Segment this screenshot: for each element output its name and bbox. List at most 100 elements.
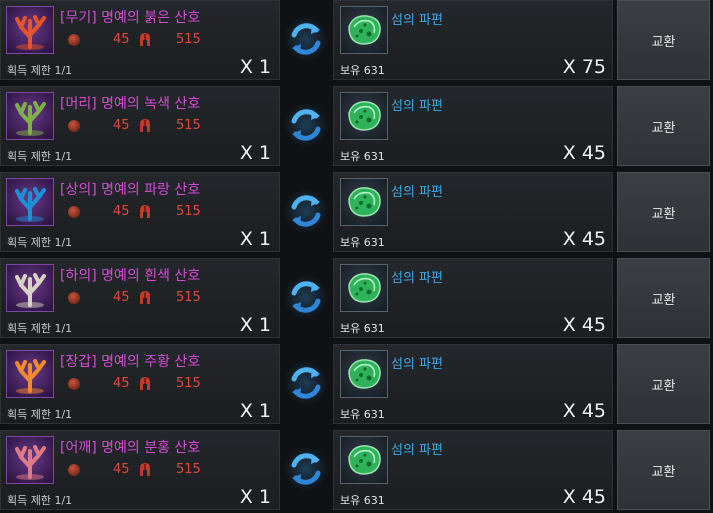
cost-amount-coin: 45 <box>113 204 130 219</box>
cost-amount-coin: 45 <box>113 290 130 305</box>
cost-amount-coin: 45 <box>113 118 130 133</box>
reward-item-panel[interactable]: 섬의 파편 보유 631 X 45 <box>333 344 613 424</box>
helmet-currency-icon <box>140 291 150 304</box>
item-name: [장갑] 명예의 주황 산호 <box>60 354 201 370</box>
cost-amount-helm: 515 <box>176 32 201 47</box>
item-name: [머리] 명예의 녹색 산호 <box>60 96 201 112</box>
acquire-limit: 획득 제한 1/1 <box>7 322 73 335</box>
cost-item-panel[interactable]: [상의] 명예의 파랑 산호 45 515 획득 제한 1/1 X 1 <box>0 172 280 252</box>
reward-name: 섬의 파편 <box>391 99 443 114</box>
item-quantity: X 1 <box>239 142 271 164</box>
coin-currency-icon <box>68 34 80 46</box>
reward-quantity: X 45 <box>562 486 606 508</box>
coral-item-icon <box>6 436 54 484</box>
reward-name: 섬의 파편 <box>391 357 443 372</box>
exchange-arrows-icon <box>283 274 329 320</box>
item-name: [어깨] 명예의 분홍 산호 <box>60 440 201 456</box>
owned-count: 보유 631 <box>340 408 385 421</box>
exchange-row: [머리] 명예의 녹색 산호 45 515 획득 제한 1/1 X 1 섬의 파… <box>0 86 713 166</box>
exchange-button[interactable]: 교환 <box>617 172 710 252</box>
exchange-row: [어깨] 명예의 분홍 산호 45 515 획득 제한 1/1 X 1 섬의 파… <box>0 430 713 510</box>
reward-item-panel[interactable]: 섬의 파편 보유 631 X 75 <box>333 0 613 80</box>
item-quantity: X 1 <box>239 486 271 508</box>
coin-currency-icon <box>68 464 80 476</box>
reward-item-panel[interactable]: 섬의 파편 보유 631 X 45 <box>333 172 613 252</box>
coral-item-icon <box>6 92 54 140</box>
island-shard-icon <box>340 178 388 226</box>
cost-amount-helm: 515 <box>176 376 201 391</box>
exchange-button[interactable]: 교환 <box>617 86 710 166</box>
exchange-button[interactable]: 교환 <box>617 430 710 510</box>
coin-currency-icon <box>68 206 80 218</box>
acquire-limit: 획득 제한 1/1 <box>7 494 73 507</box>
helmet-currency-icon <box>140 377 150 390</box>
owned-count: 보유 631 <box>340 150 385 163</box>
acquire-limit: 획득 제한 1/1 <box>7 150 73 163</box>
exchange-arrows-icon <box>283 102 329 148</box>
reward-item-panel[interactable]: 섬의 파편 보유 631 X 45 <box>333 86 613 166</box>
island-shard-icon <box>340 6 388 54</box>
reward-quantity: X 45 <box>562 314 606 336</box>
item-quantity: X 1 <box>239 314 271 336</box>
reward-quantity: X 45 <box>562 228 606 250</box>
helmet-currency-icon <box>140 119 150 132</box>
cost-amount-helm: 515 <box>176 462 201 477</box>
reward-name: 섬의 파편 <box>391 185 443 200</box>
coin-currency-icon <box>68 292 80 304</box>
item-name: [무기] 명예의 붉은 산호 <box>60 10 201 26</box>
exchange-list: [무기] 명예의 붉은 산호 45 515 획득 제한 1/1 X 1 섬의 파… <box>0 0 713 513</box>
exchange-arrows-icon <box>283 16 329 62</box>
item-quantity: X 1 <box>239 56 271 78</box>
owned-count: 보유 631 <box>340 236 385 249</box>
cost-amount-helm: 515 <box>176 204 201 219</box>
exchange-button[interactable]: 교환 <box>617 0 710 80</box>
coral-item-icon <box>6 6 54 54</box>
item-name: [상의] 명예의 파랑 산호 <box>60 182 201 198</box>
cost-amount-coin: 45 <box>113 32 130 47</box>
coin-currency-icon <box>68 120 80 132</box>
reward-quantity: X 45 <box>562 142 606 164</box>
cost-amount-helm: 515 <box>176 290 201 305</box>
cost-item-panel[interactable]: [장갑] 명예의 주황 산호 45 515 획득 제한 1/1 X 1 <box>0 344 280 424</box>
island-shard-icon <box>340 436 388 484</box>
exchange-arrows-icon <box>283 446 329 492</box>
reward-quantity: X 45 <box>562 400 606 422</box>
reward-name: 섬의 파편 <box>391 443 443 458</box>
item-quantity: X 1 <box>239 400 271 422</box>
exchange-arrows-icon <box>283 188 329 234</box>
cost-amount-coin: 45 <box>113 376 130 391</box>
reward-item-panel[interactable]: 섬의 파편 보유 631 X 45 <box>333 430 613 510</box>
exchange-arrows-icon <box>283 360 329 406</box>
helmet-currency-icon <box>140 205 150 218</box>
cost-amount-coin: 45 <box>113 462 130 477</box>
owned-count: 보유 631 <box>340 494 385 507</box>
acquire-limit: 획득 제한 1/1 <box>7 236 73 249</box>
acquire-limit: 획득 제한 1/1 <box>7 408 73 421</box>
coral-item-icon <box>6 178 54 226</box>
helmet-currency-icon <box>140 463 150 476</box>
exchange-button[interactable]: 교환 <box>617 258 710 338</box>
island-shard-icon <box>340 350 388 398</box>
cost-item-panel[interactable]: [무기] 명예의 붉은 산호 45 515 획득 제한 1/1 X 1 <box>0 0 280 80</box>
cost-item-panel[interactable]: [어깨] 명예의 분홍 산호 45 515 획득 제한 1/1 X 1 <box>0 430 280 510</box>
exchange-row: [장갑] 명예의 주황 산호 45 515 획득 제한 1/1 X 1 섬의 파… <box>0 344 713 424</box>
cost-item-panel[interactable]: [머리] 명예의 녹색 산호 45 515 획득 제한 1/1 X 1 <box>0 86 280 166</box>
acquire-limit: 획득 제한 1/1 <box>7 64 73 77</box>
exchange-row: [상의] 명예의 파랑 산호 45 515 획득 제한 1/1 X 1 섬의 파… <box>0 172 713 252</box>
exchange-row: [무기] 명예의 붉은 산호 45 515 획득 제한 1/1 X 1 섬의 파… <box>0 0 713 80</box>
exchange-button[interactable]: 교환 <box>617 344 710 424</box>
reward-name: 섬의 파편 <box>391 271 443 286</box>
reward-item-panel[interactable]: 섬의 파편 보유 631 X 45 <box>333 258 613 338</box>
owned-count: 보유 631 <box>340 64 385 77</box>
cost-amount-helm: 515 <box>176 118 201 133</box>
reward-name: 섬의 파편 <box>391 13 443 28</box>
exchange-row: [하의] 명예의 흰색 산호 45 515 획득 제한 1/1 X 1 섬의 파… <box>0 258 713 338</box>
item-name: [하의] 명예의 흰색 산호 <box>60 268 201 284</box>
coral-item-icon <box>6 264 54 312</box>
owned-count: 보유 631 <box>340 322 385 335</box>
coral-item-icon <box>6 350 54 398</box>
island-shard-icon <box>340 92 388 140</box>
coin-currency-icon <box>68 378 80 390</box>
cost-item-panel[interactable]: [하의] 명예의 흰색 산호 45 515 획득 제한 1/1 X 1 <box>0 258 280 338</box>
item-quantity: X 1 <box>239 228 271 250</box>
